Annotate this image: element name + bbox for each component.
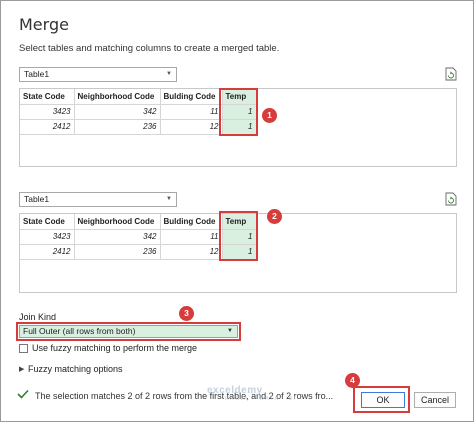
column-header-building-code[interactable]: Bulding Code — [160, 214, 223, 230]
table-cell: 12 — [160, 244, 223, 260]
first-table-dropdown-value: Table1 — [24, 69, 50, 79]
table-cell: 3423 — [20, 229, 75, 245]
second-table-dropdown-value: Table1 — [24, 194, 50, 204]
column-header-state-code[interactable]: State Code — [20, 214, 75, 230]
annotation-badge-1: 1 — [262, 108, 277, 123]
fuzzy-matching-checkbox[interactable] — [19, 344, 28, 353]
table-cell: 342 — [74, 229, 161, 245]
watermark-name: exceldemy — [207, 385, 263, 396]
highlight-box-temp-first — [219, 88, 258, 136]
table-cell: 236 — [74, 119, 161, 135]
highlight-box-join-kind — [16, 322, 241, 341]
column-header-building-code[interactable]: Bulding Code — [160, 89, 223, 105]
column-header-neighborhood-code[interactable]: Neighborhood Code — [74, 214, 161, 230]
dialog-title: Merge — [19, 15, 69, 34]
dialog-subtitle: Select tables and matching columns to cr… — [19, 43, 280, 54]
fuzzy-matching-options-toggle[interactable]: Fuzzy matching options — [28, 364, 123, 374]
table-cell: 236 — [74, 244, 161, 260]
annotation-badge-3: 3 — [179, 306, 194, 321]
cancel-button[interactable]: Cancel — [414, 392, 456, 408]
watermark-logo: exceldemy EXCEL · DATA · BI — [207, 385, 297, 402]
highlight-box-ok — [353, 386, 410, 413]
table-cell: 12 — [160, 119, 223, 135]
column-header-state-code[interactable]: State Code — [20, 89, 75, 105]
table-cell: 342 — [74, 104, 161, 120]
annotation-badge-4: 4 — [345, 373, 360, 388]
merge-dialog: Merge Select tables and matching columns… — [0, 0, 474, 422]
table-cell: 11 — [160, 104, 223, 120]
watermark-tagline: EXCEL · DATA · BI — [225, 396, 297, 402]
fuzzy-matching-checkbox-label: Use fuzzy matching to perform the merge — [32, 343, 198, 353]
highlight-box-temp-second — [219, 211, 258, 261]
join-kind-label: Join Kind — [19, 312, 57, 322]
column-header-neighborhood-code[interactable]: Neighborhood Code — [74, 89, 161, 105]
second-table-dropdown[interactable]: Table1 ▼ — [19, 192, 177, 207]
refresh-preview-icon[interactable] — [445, 192, 457, 206]
chevron-down-icon: ▼ — [166, 196, 172, 202]
chevron-right-icon[interactable]: ▶ — [19, 365, 24, 373]
chevron-down-icon: ▼ — [166, 71, 172, 77]
table-cell: 11 — [160, 229, 223, 245]
checkmark-icon — [17, 389, 29, 399]
refresh-preview-icon[interactable] — [445, 67, 457, 81]
table-cell: 2412 — [20, 244, 75, 260]
annotation-badge-2: 2 — [267, 209, 282, 224]
table-cell: 3423 — [20, 104, 75, 120]
first-table-dropdown[interactable]: Table1 ▼ — [19, 67, 177, 82]
table-cell: 2412 — [20, 119, 75, 135]
